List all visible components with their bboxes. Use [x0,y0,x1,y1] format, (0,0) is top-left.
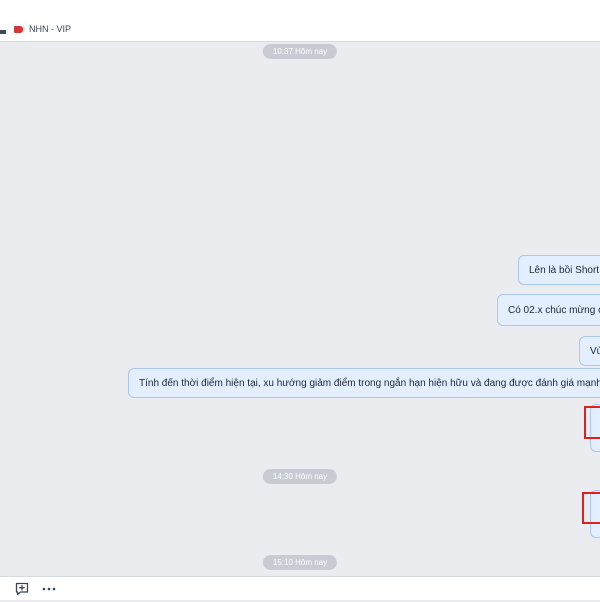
message-bubble[interactable]: Tính đến thời điểm hiện tại, xu hướng gi… [128,368,600,398]
time-divider: 10:37 Hôm nay [262,44,338,59]
tag-icon [14,25,23,33]
time-divider: 15:10 Hôm nay [262,555,338,570]
conversation-tag[interactable]: NHN - VIP [14,24,71,34]
composer-toolbar [0,576,600,600]
quote-message-icon[interactable] [14,581,30,597]
message-bubble[interactable]: Lên là bồi Short x [518,255,600,285]
highlight-box [584,406,600,439]
more-options-icon[interactable] [41,581,57,597]
tag-label: NHN - VIP [29,24,72,34]
highlight-box [582,492,600,524]
message-list[interactable]: 10:37 Hôm nay Lên là bồi Short x Có 02.x… [0,42,600,576]
time-divider: 14:30 Hôm nay [262,469,338,484]
chat-header: NHN - VIP [0,0,600,42]
message-bubble[interactable]: Vùn [579,336,600,366]
message-bubble[interactable]: Có 02.x chúc mừng cả [497,294,600,326]
sidebar-edge [0,30,6,34]
